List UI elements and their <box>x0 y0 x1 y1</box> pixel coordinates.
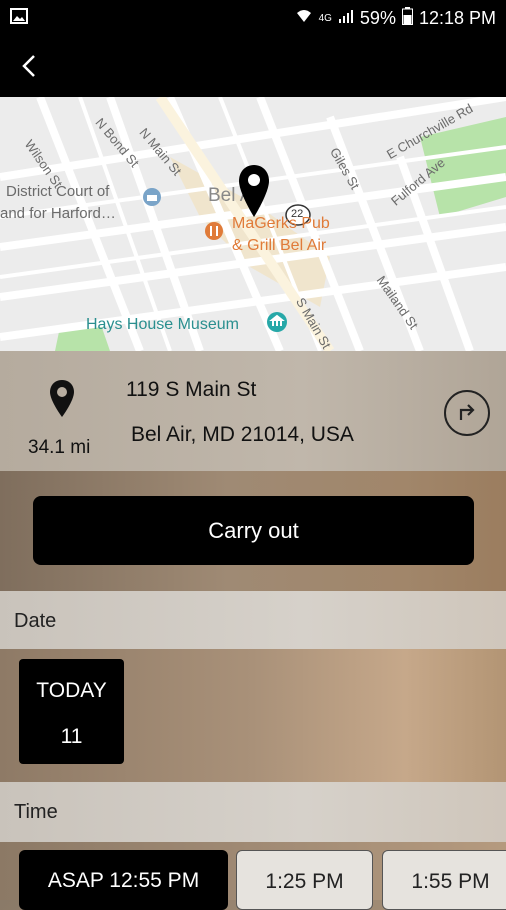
address-line-2: Bel Air, MD 21014, USA <box>131 423 354 446</box>
battery-icon <box>401 7 413 30</box>
date-number-label: 11 <box>60 725 83 748</box>
carry-out-button[interactable]: Carry out <box>33 496 474 565</box>
time-slot-3[interactable]: 1:55 PM <box>382 850 506 910</box>
distance-label: 34.1 mi <box>28 437 91 458</box>
date-header: Date <box>0 591 506 649</box>
map-label-district-court-2: and for Harford… <box>0 205 116 222</box>
address-section: 34.1 mi 119 S Main St Bel Air, MD 21014,… <box>0 351 506 471</box>
time-label: Time <box>14 801 58 823</box>
time-header: Time <box>0 782 506 842</box>
wifi-icon <box>295 8 313 29</box>
map-label-hays-house: Hays House Museum <box>86 316 239 333</box>
map-label-route: 22 <box>291 208 304 220</box>
chevron-left-icon <box>22 55 35 77</box>
date-day-label: TODAY <box>36 679 107 702</box>
courthouse-poi-icon[interactable] <box>142 187 162 211</box>
map-pin-icon <box>50 380 74 417</box>
map-label-magerks-2: & Grill Bel Air <box>232 237 327 254</box>
battery-percent: 59% <box>359 8 396 28</box>
location-pin-icon[interactable] <box>237 163 271 219</box>
signal-icon <box>338 8 354 29</box>
address-line-1: 119 S Main St <box>126 378 257 401</box>
status-time: 12:18 PM <box>418 8 496 28</box>
restaurant-poi-icon[interactable] <box>204 221 224 245</box>
time-slot-asap[interactable]: ASAP 12:55 PM <box>19 850 228 910</box>
app-bar <box>0 36 506 97</box>
status-bar: 4G 59% 12:18 PM <box>0 0 506 36</box>
date-option-today[interactable]: TODAY 11 <box>19 659 124 764</box>
turn-right-icon <box>459 404 475 420</box>
gallery-icon <box>10 8 28 29</box>
time-slot-2[interactable]: 1:25 PM <box>236 850 373 910</box>
map-view[interactable]: District Court of and for Harford… Bel A… <box>0 97 506 351</box>
network-label: 4G <box>318 13 332 24</box>
directions-button[interactable] <box>444 390 490 436</box>
back-button[interactable] <box>12 48 48 84</box>
museum-poi-icon[interactable] <box>266 311 288 335</box>
date-label: Date <box>14 610 57 632</box>
